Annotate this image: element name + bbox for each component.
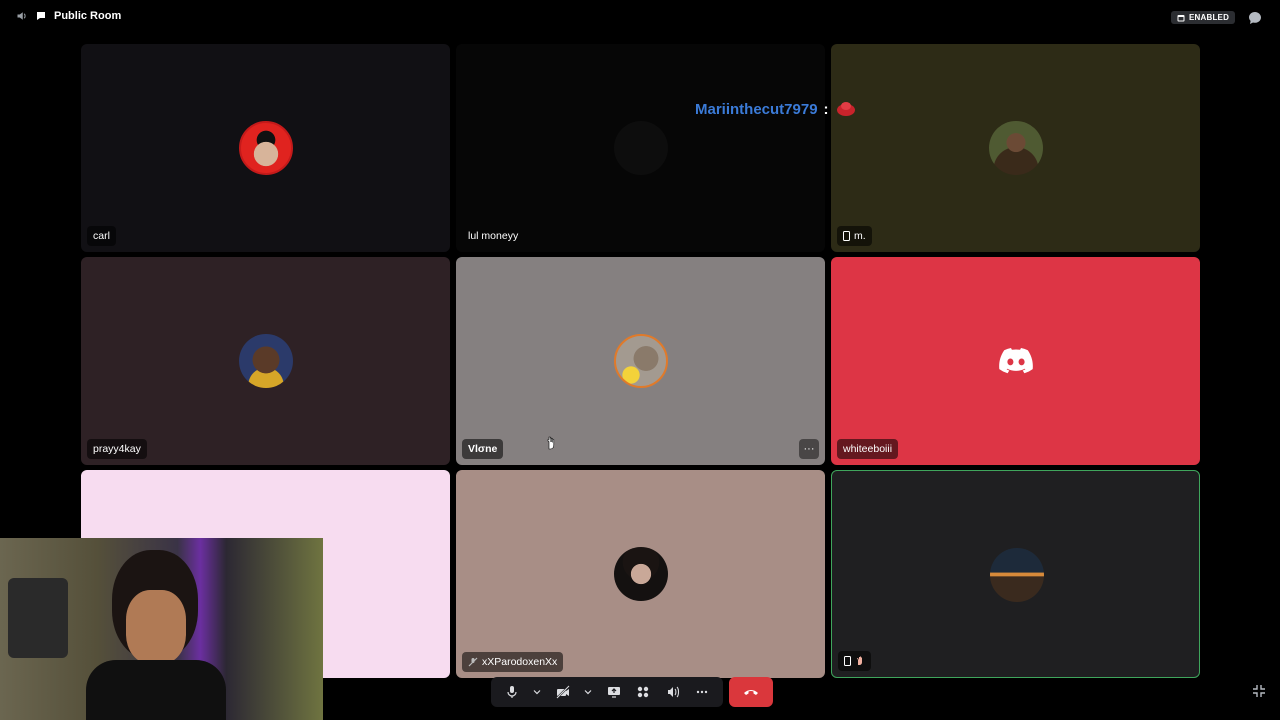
volume-icon[interactable] bbox=[16, 10, 28, 22]
mobile-icon bbox=[843, 231, 850, 241]
soundboard-icon bbox=[667, 686, 679, 698]
chevron-down-icon bbox=[533, 690, 541, 695]
chat-separator: : bbox=[823, 100, 829, 118]
screen-share-icon bbox=[607, 687, 620, 698]
raised-hand-icon bbox=[857, 656, 862, 665]
badge-label: ENABLED bbox=[1189, 13, 1230, 22]
chat-username: Mariinthecut7979 bbox=[695, 100, 818, 118]
more-button[interactable] bbox=[693, 683, 711, 701]
room-name: Public Room bbox=[54, 10, 122, 22]
emoji-icon bbox=[836, 102, 855, 116]
chat-overlay-message: Mariinthecut7979 : bbox=[695, 100, 857, 118]
participant-status bbox=[838, 651, 871, 671]
call-controls bbox=[491, 677, 723, 707]
calendar-icon bbox=[1177, 14, 1185, 21]
camera-options-button[interactable] bbox=[583, 683, 593, 701]
screen-share-button[interactable] bbox=[605, 683, 623, 701]
mobile-icon bbox=[844, 656, 851, 666]
dark-avatar bbox=[614, 121, 668, 175]
mic-options-button[interactable] bbox=[532, 683, 542, 701]
microphone-muted-icon bbox=[468, 657, 478, 667]
red-hat-avatar bbox=[239, 121, 293, 175]
duck-avatar bbox=[614, 334, 668, 388]
sunset-avatar bbox=[990, 548, 1044, 602]
participant-name: whiteeboiii bbox=[837, 439, 899, 459]
participant-tile[interactable]: carl bbox=[81, 44, 450, 252]
participant-name: Vlσne bbox=[462, 439, 504, 459]
participant-tile[interactable]: Vlσne ··· bbox=[456, 257, 825, 465]
participant-tile[interactable]: xXParodoxenXx bbox=[456, 470, 825, 678]
webcam-face bbox=[126, 590, 186, 664]
camera-off-icon bbox=[556, 685, 570, 699]
camera-button[interactable] bbox=[554, 683, 572, 701]
hand-cursor-icon bbox=[547, 436, 555, 450]
participant-name: lul moneyy bbox=[468, 230, 519, 242]
portrait-avatar bbox=[614, 547, 668, 601]
more-options-button[interactable]: ··· bbox=[799, 439, 819, 459]
enabled-badge[interactable]: ENABLED bbox=[1171, 11, 1236, 24]
participant-tile[interactable]: prayy4kay bbox=[81, 257, 450, 465]
participant-tile[interactable]: m. bbox=[831, 44, 1200, 252]
participant-name: prayy4kay bbox=[87, 439, 147, 459]
streamer-webcam bbox=[0, 538, 323, 720]
microphone-button[interactable] bbox=[503, 683, 521, 701]
top-bar: Public Room ENABLED bbox=[0, 0, 1280, 34]
room-title-group: Public Room bbox=[16, 10, 121, 22]
participant-name: m. bbox=[837, 226, 872, 246]
participant-name: carl bbox=[87, 226, 116, 246]
webcam-microphone bbox=[8, 578, 68, 658]
microphone-icon bbox=[507, 686, 517, 698]
participant-tile-speaking[interactable] bbox=[831, 470, 1200, 678]
chevron-down-icon bbox=[584, 690, 592, 695]
participant-tile[interactable]: whiteeboiii bbox=[831, 257, 1200, 465]
activities-button[interactable] bbox=[634, 683, 652, 701]
activities-icon bbox=[638, 686, 649, 698]
participant-tile[interactable]: lul moneyy bbox=[456, 44, 825, 252]
webcam-shirt bbox=[86, 660, 226, 720]
hang-up-icon bbox=[744, 690, 758, 695]
speech-bubble-icon bbox=[37, 12, 45, 20]
participant-name: xXParodoxenXx bbox=[462, 652, 564, 672]
hang-up-button[interactable] bbox=[729, 677, 773, 707]
more-icon bbox=[697, 690, 708, 694]
exit-fullscreen-icon[interactable] bbox=[1252, 684, 1266, 698]
soundboard-button[interactable] bbox=[664, 683, 682, 701]
man-avatar bbox=[239, 334, 293, 388]
discord-logo-icon bbox=[999, 348, 1033, 374]
woman-avatar bbox=[989, 121, 1043, 175]
chat-icon[interactable] bbox=[1248, 11, 1262, 25]
